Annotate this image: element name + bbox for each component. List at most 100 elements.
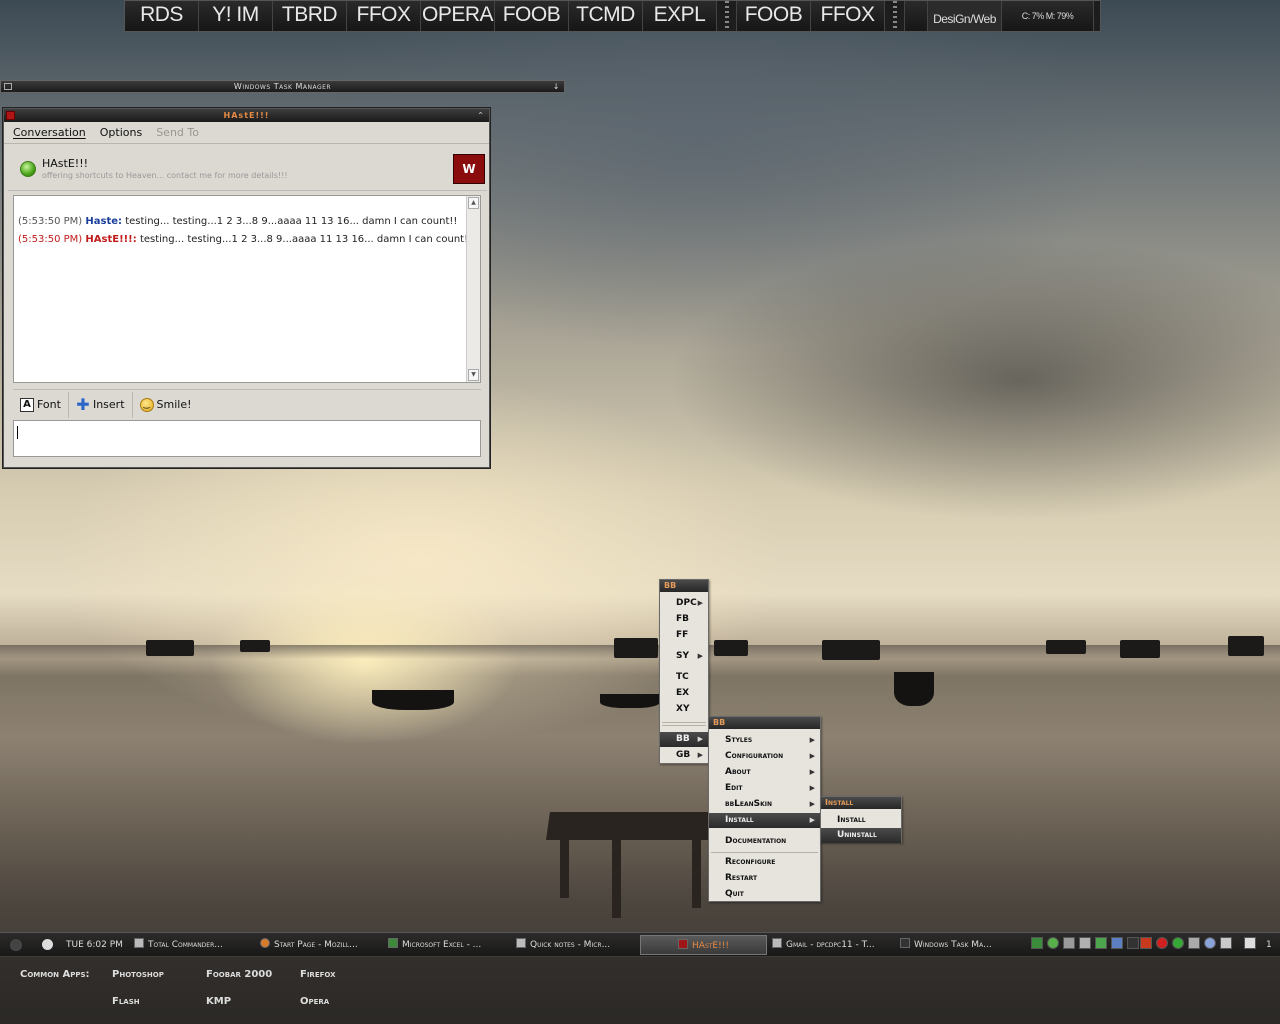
menu-item-label: Uninstall — [837, 830, 877, 840]
app-link-flash[interactable]: Flash — [112, 996, 140, 1007]
menu-item-install-plugin[interactable]: Install — [821, 813, 901, 828]
scroll-down-icon[interactable]: ▼ — [468, 369, 479, 381]
plus-icon: ✚ — [76, 394, 90, 414]
app-link-kmp[interactable]: KMP — [206, 996, 231, 1007]
menu-item-label: SY — [676, 651, 689, 661]
maximize-icon[interactable]: ⌃ — [477, 109, 485, 122]
tray-filezilla-icon[interactable] — [1140, 937, 1152, 949]
menu-item-label: GB — [676, 750, 691, 760]
menu-item-ex[interactable]: EX — [660, 686, 708, 701]
toolbar-button-rds[interactable]: RDS — [125, 1, 199, 31]
menu-conversation[interactable]: Conversation — [13, 126, 86, 139]
menu-send-to[interactable]: Send To — [156, 126, 199, 139]
tray-network-icon[interactable] — [1111, 937, 1123, 949]
menu-item-tc[interactable]: TC — [660, 670, 708, 685]
menu-separator — [662, 725, 706, 726]
menu-item-reconfigure[interactable]: Reconfigure — [709, 855, 820, 870]
tray-icon[interactable] — [1063, 937, 1075, 949]
tray-icon[interactable] — [1031, 937, 1043, 949]
smile-button[interactable]: ‿ Smile! — [133, 392, 199, 418]
message-input[interactable] — [13, 420, 481, 457]
task-gmail[interactable]: Gmail - dpcdpc11 - T... — [772, 935, 896, 955]
format-toolbar: A Font ✚ Insert ‿ Smile! — [13, 389, 481, 419]
task-total-commander[interactable]: Total Commander... — [134, 935, 256, 955]
submenu-arrow-icon: ▶ — [809, 736, 815, 744]
menu-item-gb[interactable]: GB ▶ — [660, 748, 708, 763]
menu-item-about[interactable]: About ▶ — [709, 765, 820, 780]
task-task-manager[interactable]: Windows Task Ma... — [900, 935, 1024, 955]
menu-options[interactable]: Options — [100, 126, 142, 139]
task-excel[interactable]: Microsoft Excel - ... — [388, 935, 512, 955]
scrollbar[interactable]: ▲ ▼ — [466, 196, 480, 382]
tray-icon[interactable] — [1095, 937, 1107, 949]
volume-icon[interactable] — [1244, 937, 1256, 949]
menu-item-documentation[interactable]: Documentation — [709, 834, 820, 849]
scroll-up-icon[interactable]: ▲ — [468, 197, 479, 209]
conversation-log[interactable]: (5:53:50 PM) Haste: testing... testing..… — [13, 195, 481, 383]
clock[interactable]: TUE 6:02 PM — [66, 935, 132, 955]
task-quick-notes[interactable]: Quick notes - Micr... — [516, 935, 638, 955]
tray-icon[interactable] — [1172, 937, 1184, 949]
task-label: Quick notes - Micr... — [530, 940, 611, 950]
menu-item-quit[interactable]: Quit — [709, 887, 820, 902]
toolbar-button-foob[interactable]: FOOB — [495, 1, 569, 31]
menu-item-xy[interactable]: XY — [660, 702, 708, 717]
app-icon[interactable] — [6, 111, 15, 120]
tray-icon[interactable] — [1220, 937, 1232, 949]
font-button[interactable]: A Font — [13, 391, 69, 418]
app-link-photoshop[interactable]: Photoshop — [112, 969, 164, 980]
toolbar-button-foob-2[interactable]: FOOB — [737, 1, 811, 31]
menu-item-dpc[interactable]: DPC ▶ — [660, 596, 708, 611]
menu-item-sy[interactable]: SY ▶ — [660, 649, 708, 664]
app-link-foobar[interactable]: Foobar 2000 — [206, 969, 272, 980]
insert-button[interactable]: ✚ Insert — [69, 391, 133, 418]
tray-icon[interactable] — [1188, 937, 1200, 949]
toolbar-button-ffox-2[interactable]: FFOX — [811, 1, 885, 31]
chevron-down-icon[interactable]: ↓ — [553, 81, 560, 92]
chat-window-titlebar[interactable]: HAstE!!! ⌃ — [4, 109, 489, 122]
tray-icon[interactable] — [1127, 937, 1139, 949]
menu-item-uninstall[interactable]: Uninstall — [821, 828, 901, 843]
toolbar-button-tcmd[interactable]: TCMD — [569, 1, 643, 31]
tray-icon[interactable] — [1156, 937, 1168, 949]
tray-icon[interactable] — [1204, 937, 1216, 949]
menu-item-configuration[interactable]: Configuration ▶ — [709, 749, 820, 764]
toolbar-button-tbrd[interactable]: TBRD — [273, 1, 347, 31]
toolbar-grip-icon[interactable] — [717, 1, 737, 31]
menu-item-fb[interactable]: FB — [660, 612, 708, 627]
toolbar-grip-icon[interactable] — [885, 1, 905, 31]
toolbar-button-ffox[interactable]: FFOX — [347, 1, 421, 31]
task-manager-titlebar[interactable]: Windows Task Manager ↓ — [0, 80, 565, 93]
workspace-number[interactable]: 1 — [1266, 935, 1278, 955]
root-menu: BB DPC ▶ FB FF SY ▶ TC EX XY BB ▶ GB ▶ — [659, 579, 709, 764]
firefox-icon — [260, 938, 270, 948]
menu-item-install[interactable]: Install ▶ — [709, 813, 820, 828]
menu-item-label: Install — [837, 815, 866, 825]
moon-icon[interactable] — [42, 935, 58, 955]
workspace-label[interactable]: DesiGn/Web — [928, 1, 1002, 31]
menu-item-bbleanskin[interactable]: bbLeanSkin ▶ — [709, 797, 820, 812]
app-link-opera[interactable]: Opera — [300, 996, 329, 1007]
menu-item-bb[interactable]: BB ▶ — [660, 732, 708, 747]
smile-button-label: Smile! — [156, 398, 192, 411]
boat — [372, 690, 454, 710]
menu-item-label: Quit — [725, 889, 744, 899]
tray-icon[interactable] — [1079, 937, 1091, 949]
notes-icon — [516, 938, 526, 948]
window-icon[interactable] — [4, 83, 12, 90]
task-haste[interactable]: HAstE!!! — [640, 935, 767, 955]
task-firefox[interactable]: Start Page - Mozill... — [260, 935, 384, 955]
menu-item-ff[interactable]: FF — [660, 628, 708, 643]
buddy-icon[interactable]: W — [453, 154, 485, 184]
app-link-firefox[interactable]: Firefox — [300, 969, 336, 980]
ship — [146, 640, 194, 656]
menu-item-restart[interactable]: Restart — [709, 871, 820, 886]
toolbar-button-expl[interactable]: EXPL — [643, 1, 717, 31]
menu-item-styles[interactable]: Styles ▶ — [709, 733, 820, 748]
ship — [240, 640, 270, 652]
apple-icon[interactable] — [10, 935, 28, 955]
toolbar-button-yim[interactable]: Y! IM — [199, 1, 273, 31]
menu-item-edit[interactable]: Edit ▶ — [709, 781, 820, 796]
toolbar-button-opera[interactable]: OPERA — [421, 1, 495, 31]
tray-check-icon[interactable] — [1047, 937, 1059, 949]
